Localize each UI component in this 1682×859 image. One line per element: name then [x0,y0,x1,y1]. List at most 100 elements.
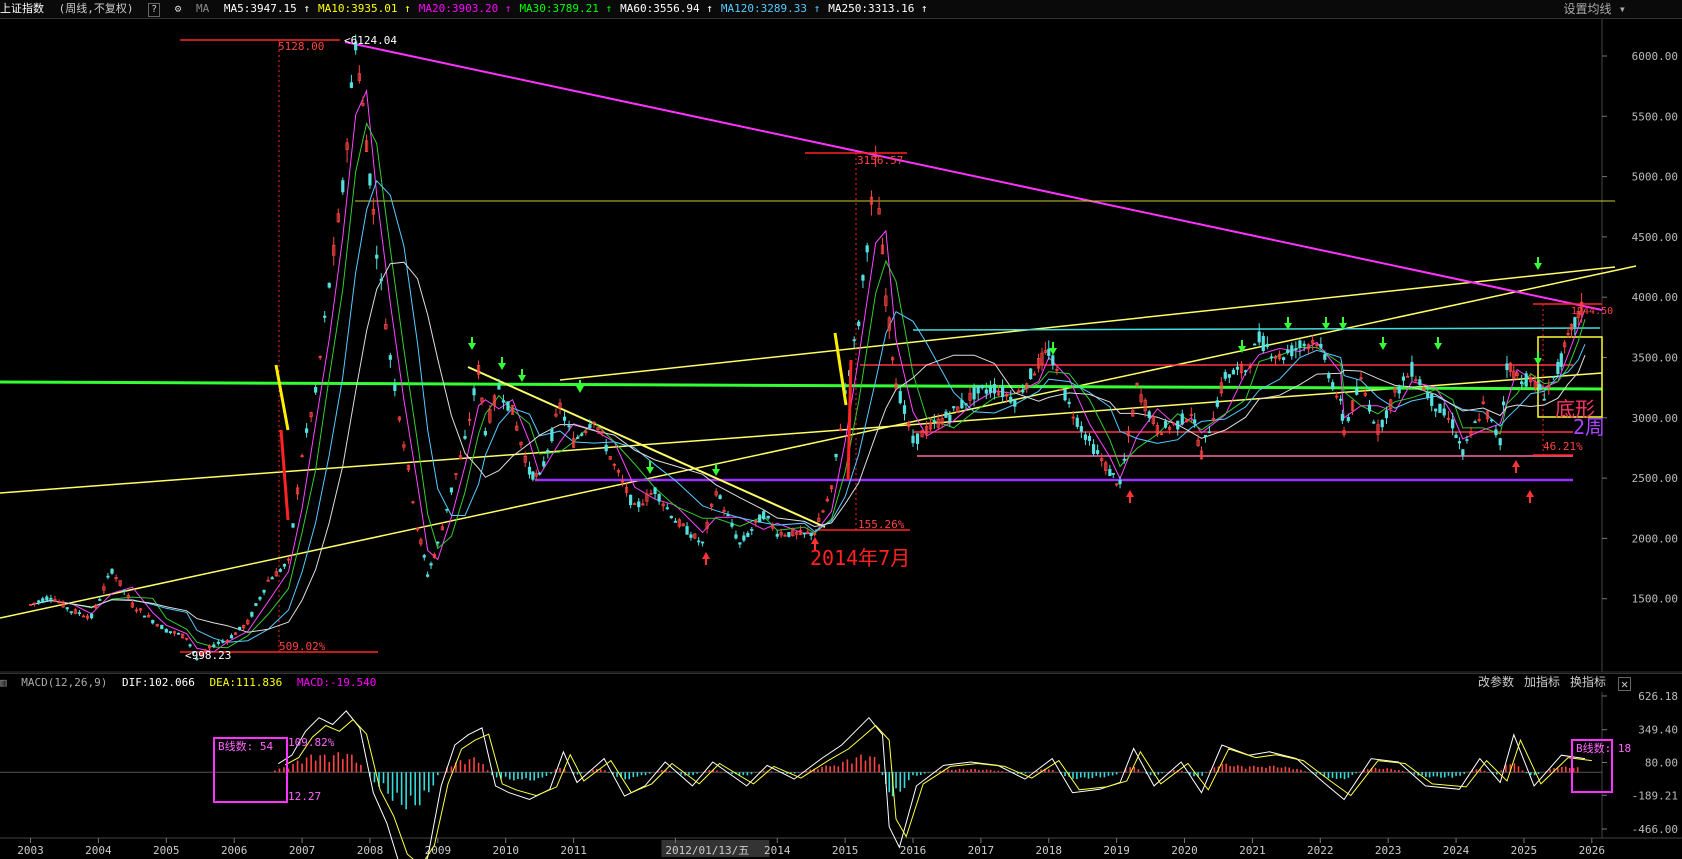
candle-body [750,529,754,531]
candle-body [718,495,722,499]
macd-dea: DEA:111.836 [209,676,283,689]
candle-body [802,532,806,535]
candle-body [861,275,865,281]
box-top-line [912,327,1601,331]
candle-body [1269,356,1274,359]
price-tick-6: 3000.00 [1632,412,1678,425]
macd-title[interactable]: MACD(12,26,9) [21,676,107,689]
candle-body [1087,435,1092,441]
candle-body [151,620,155,624]
candle-body [1180,413,1184,425]
candle-body [758,514,762,523]
candle-body [944,411,948,418]
candle-body [911,435,915,444]
candle-body [1147,411,1151,419]
x-tick-2: 2005 [153,844,180,857]
x-tick-13: 2017 [968,844,995,857]
candle-body [106,575,110,578]
label-ref-2025: 1244.50 [1571,306,1613,317]
red-arrow-2007 [279,429,290,521]
candle-body [1346,417,1350,422]
candle-body [77,612,82,615]
candle-body [291,523,295,528]
candle-body [1096,450,1100,454]
candle-body [1451,419,1455,429]
candle-body [212,644,216,647]
candle-body [629,494,633,506]
close-icon[interactable]: ✕ [1618,677,1632,691]
price-tick-2: 5000.00 [1632,171,1678,184]
candle-body [1372,421,1376,424]
down-arrow-13 [1534,257,1542,270]
tool-switch-indicator[interactable]: 换指标 [1570,673,1606,691]
candle-body [685,526,689,535]
x-tick-3: 2006 [221,844,248,857]
candle-body [1380,419,1384,428]
candle-body [1319,343,1323,348]
candle-body [742,535,746,541]
candle-body [314,387,318,393]
candle-body [282,564,287,567]
label-low-2005: <998.23 [185,649,231,662]
down-arrow-2 [518,369,526,382]
candle-body [449,487,454,493]
candle-body [270,577,274,580]
candle-body [176,632,181,635]
down-arrow-14 [1534,352,1542,365]
macd-dif: DIF:102.066 [121,676,195,689]
candle-body [1047,348,1051,357]
x-tick-11: 2015 [832,844,859,857]
candle-body [388,355,392,360]
candle-body [567,425,571,428]
candle-body [689,534,693,538]
candle-body [902,405,907,414]
candle-body [576,437,580,439]
candle-body [49,597,53,600]
candle-body [1029,368,1033,380]
candle-body [1454,434,1458,438]
candle-body [726,514,730,517]
candle-body [1559,353,1563,367]
candle-body [1122,458,1126,461]
candle-body [122,589,126,592]
candle-body [1473,421,1477,424]
candle-body [1091,444,1096,454]
candle-body [1505,363,1509,371]
candle-body [604,444,608,452]
candle-body [142,615,147,618]
candle-body [637,501,641,508]
candle-body [41,598,45,603]
candle-body [1067,401,1071,405]
candle-body [865,245,869,253]
candle-body [1340,413,1344,421]
candle-body [37,600,41,603]
up-arrow-3 [1512,460,1520,473]
red-arrow-2015 [846,359,853,481]
candle-body [1108,469,1112,476]
candle-body [1397,385,1401,394]
macd-box-right-label: B线数: 18 [1576,741,1631,755]
candle-body [1235,366,1240,370]
candle-body [1163,421,1168,428]
candle-body [1501,401,1506,406]
candle-body [160,624,164,630]
kline-chart[interactable]: 6000.00 5500.00 5000.00 4500.00 4000.00 3500.… [0,0,1682,859]
price-tick-8: 2000.00 [1632,532,1678,545]
candle-body [1494,429,1498,436]
candle-body [980,385,984,389]
channel-mid-ext [559,266,1616,381]
candle-body [327,282,331,288]
x-tick-19: 2023 [1375,844,1402,857]
tool-change-params[interactable]: 改参数 [1478,673,1514,691]
candle-body [1203,434,1208,438]
candle-body [501,400,506,403]
up-arrow-4 [1526,490,1534,503]
candle-body [1538,384,1542,391]
candle-body [1457,441,1462,444]
tool-add-indicator[interactable]: 加指标 [1524,673,1560,691]
candle-body [976,385,980,394]
candle-body [422,555,426,558]
candle-body [562,416,567,421]
up-arrow-0 [702,552,710,565]
x-tick-17: 2021 [1239,844,1266,857]
